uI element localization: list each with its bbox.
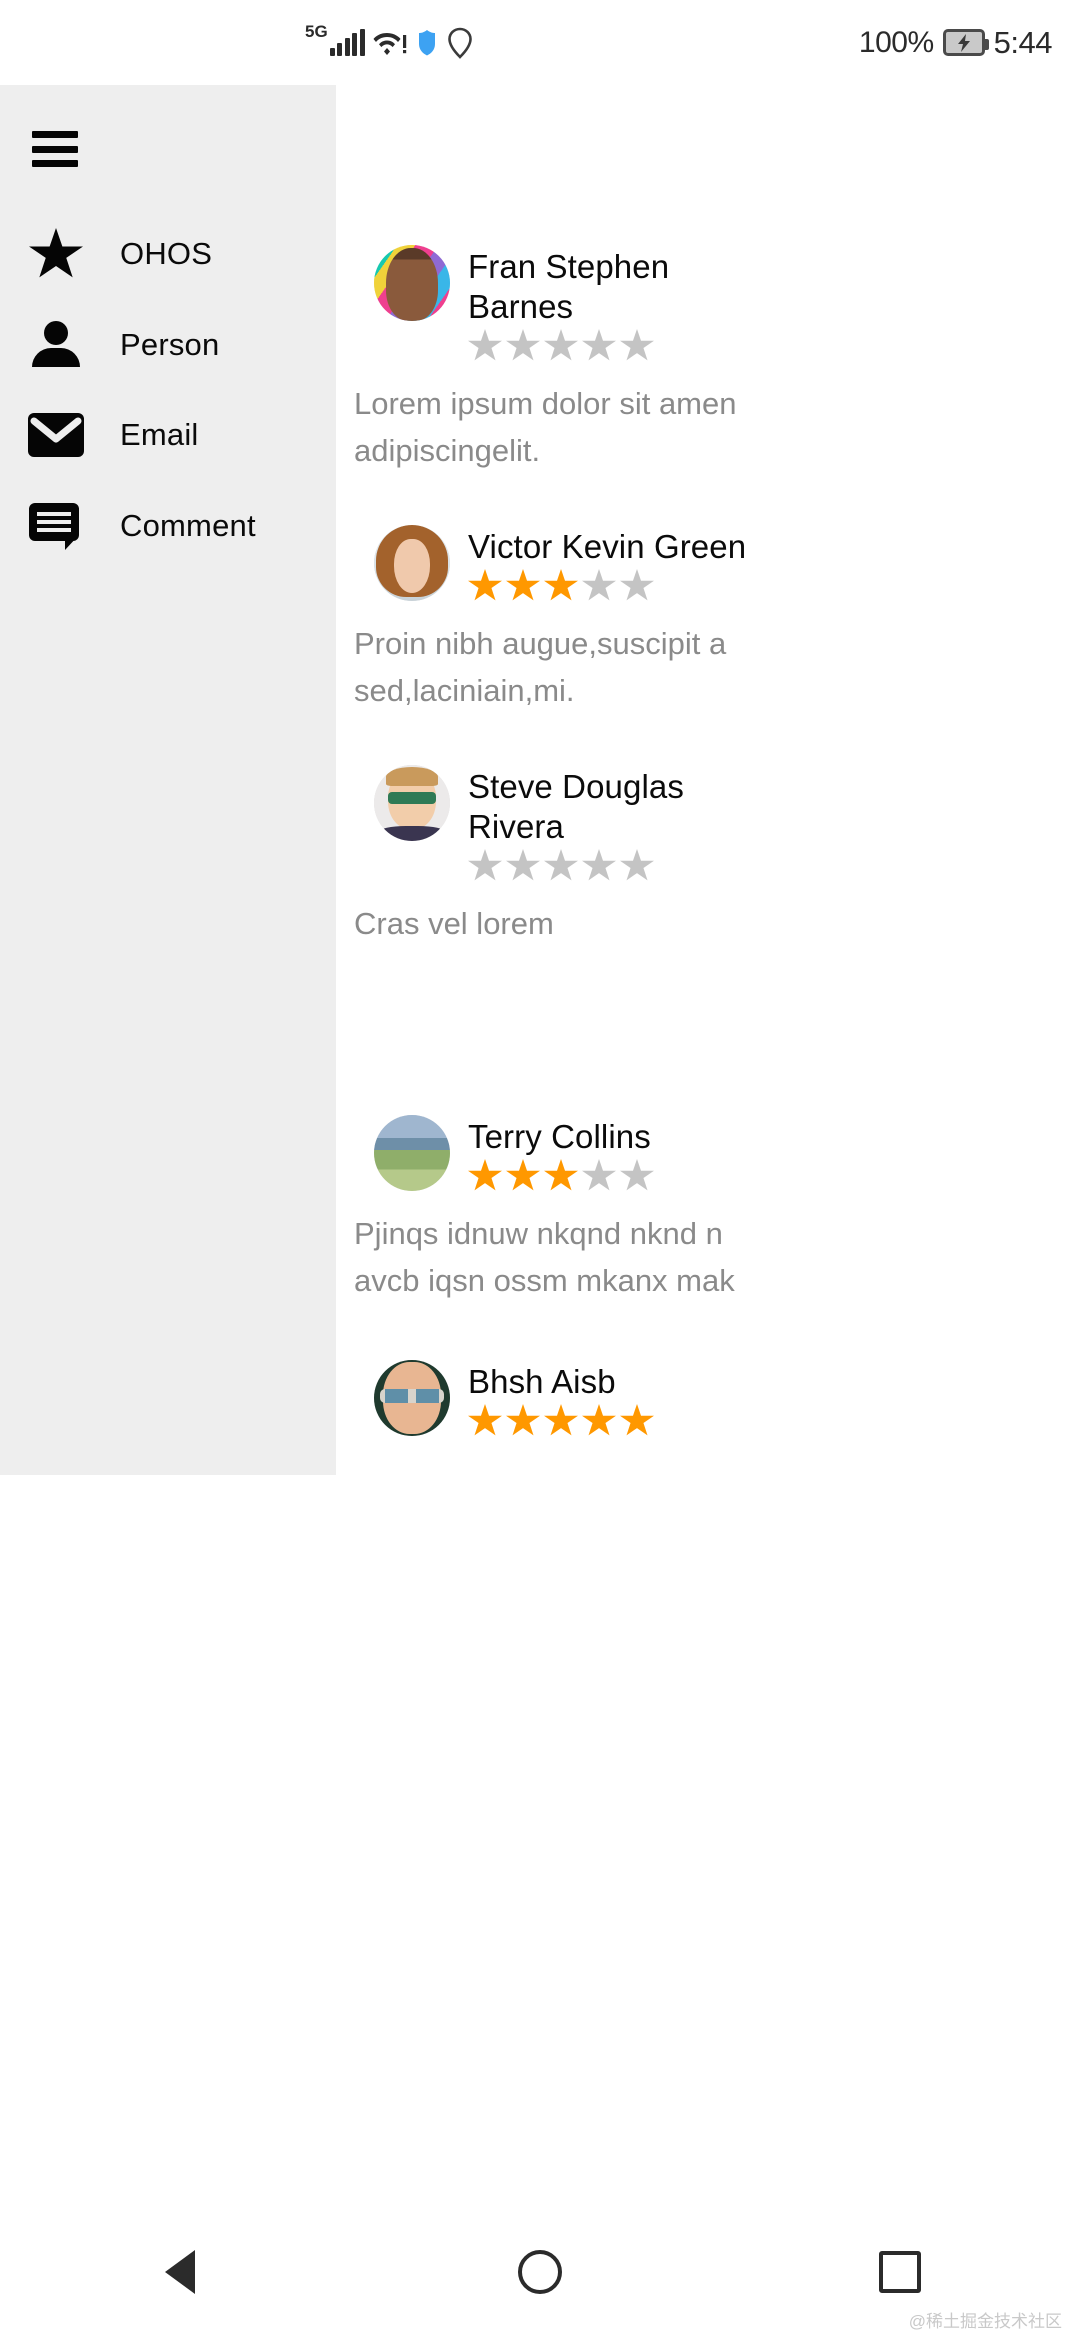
network-type-label: 5G (305, 22, 328, 41)
location-pin-icon (447, 27, 472, 59)
review-meta: Victor Kevin Green (468, 525, 746, 602)
status-bar-right-icons: 100% 5:44 (858, 0, 1053, 85)
review-text-line2: adipiscingelit. (354, 433, 541, 468)
review-item[interactable]: Fran Stephen Barnes Lorem ipsum dolor si… (336, 245, 1080, 474)
person-icon (24, 321, 88, 369)
sidebar-item-comment[interactable]: Comment (0, 485, 336, 567)
rating-stars[interactable] (468, 329, 718, 362)
sidebar-item-label-comment: Comment (120, 508, 256, 543)
phone-screen: 5G 100% 5:44 OHOS Person Email Comment F… (0, 0, 1080, 2340)
rating-stars[interactable] (468, 1404, 654, 1437)
sidebar-drawer: OHOS Person Email Comment (0, 85, 336, 1475)
battery-charging-icon (942, 29, 989, 56)
sidebar-item-person[interactable]: Person (0, 304, 336, 386)
review-list[interactable]: Fran Stephen Barnes Lorem ipsum dolor si… (336, 85, 1080, 1475)
review-header: Terry Collins (336, 1115, 1080, 1192)
watermark-label: @稀土掘金技术社区 (908, 2312, 1062, 2331)
signal-bars-icon (329, 28, 365, 56)
review-header: Fran Stephen Barnes (336, 245, 1080, 362)
review-text-line1: Lorem ipsum dolor sit amen (354, 386, 737, 421)
sidebar-item-email[interactable]: Email (0, 394, 336, 476)
home-circle-icon (518, 2250, 562, 2294)
review-item[interactable]: Terry Collins Pjinqs idnuw nkqnd nknd n … (336, 1115, 1080, 1304)
review-header: Victor Kevin Green (336, 525, 1080, 602)
avatar (374, 525, 450, 601)
star-icon (24, 228, 88, 280)
review-text-line1: Proin nibh augue,suscipit a (354, 626, 727, 661)
review-item[interactable]: Bhsh Aisb (336, 1360, 1080, 1437)
avatar (374, 765, 450, 841)
review-meta: Bhsh Aisb (468, 1360, 654, 1437)
email-icon (24, 413, 88, 457)
sidebar-item-label-person: Person (120, 327, 220, 362)
reviewer-name: Steve Douglas Rivera (468, 768, 684, 845)
reviewer-name: Bhsh Aisb (468, 1363, 616, 1400)
comment-icon (24, 503, 88, 550)
reviewer-name: Fran Stephen Barnes (468, 248, 670, 325)
avatar (374, 1360, 450, 1436)
wifi-warning-icon (373, 32, 406, 55)
review-meta: Fran Stephen Barnes (468, 245, 718, 362)
home-button[interactable] (455, 2204, 625, 2340)
recents-square-icon (879, 2251, 921, 2293)
review-header: Steve Douglas Rivera (336, 765, 1080, 882)
review-item[interactable]: Steve Douglas Rivera Cras vel lorem (336, 765, 1080, 947)
sidebar-item-label-email: Email (120, 417, 199, 452)
review-text-line2: avcb iqsn ossm mkanx mak (354, 1263, 735, 1298)
clock-label: 5:44 (993, 24, 1053, 60)
review-meta: Steve Douglas Rivera (468, 765, 718, 882)
shield-icon (414, 27, 439, 58)
sidebar-item-label-ohos: OHOS (120, 236, 213, 271)
review-text-line2: sed,laciniain,mi. (354, 673, 575, 708)
back-button[interactable] (95, 2204, 265, 2340)
rating-stars[interactable] (468, 849, 718, 882)
review-item[interactable]: Victor Kevin Green Proin nibh augue,susc… (336, 525, 1080, 714)
battery-percent-label: 100% (858, 25, 934, 59)
avatar (374, 245, 450, 321)
sidebar-item-ohos[interactable]: OHOS (0, 213, 336, 295)
review-text-line1: Cras vel lorem (354, 906, 554, 941)
back-triangle-icon (165, 2250, 195, 2294)
hamburger-menu-icon[interactable] (32, 131, 78, 167)
status-bar: 5G 100% 5:44 (0, 0, 1080, 85)
review-header: Bhsh Aisb (336, 1360, 1080, 1437)
reviewer-name: Victor Kevin Green (468, 528, 747, 565)
avatar (374, 1115, 450, 1191)
rating-stars[interactable] (468, 1159, 654, 1192)
review-meta: Terry Collins (468, 1115, 654, 1192)
reviewer-name: Terry Collins (468, 1118, 651, 1155)
status-bar-left-icons: 5G (305, 0, 473, 85)
rating-stars[interactable] (468, 569, 746, 602)
review-text-line1: Pjinqs idnuw nkqnd nknd n (354, 1216, 723, 1251)
